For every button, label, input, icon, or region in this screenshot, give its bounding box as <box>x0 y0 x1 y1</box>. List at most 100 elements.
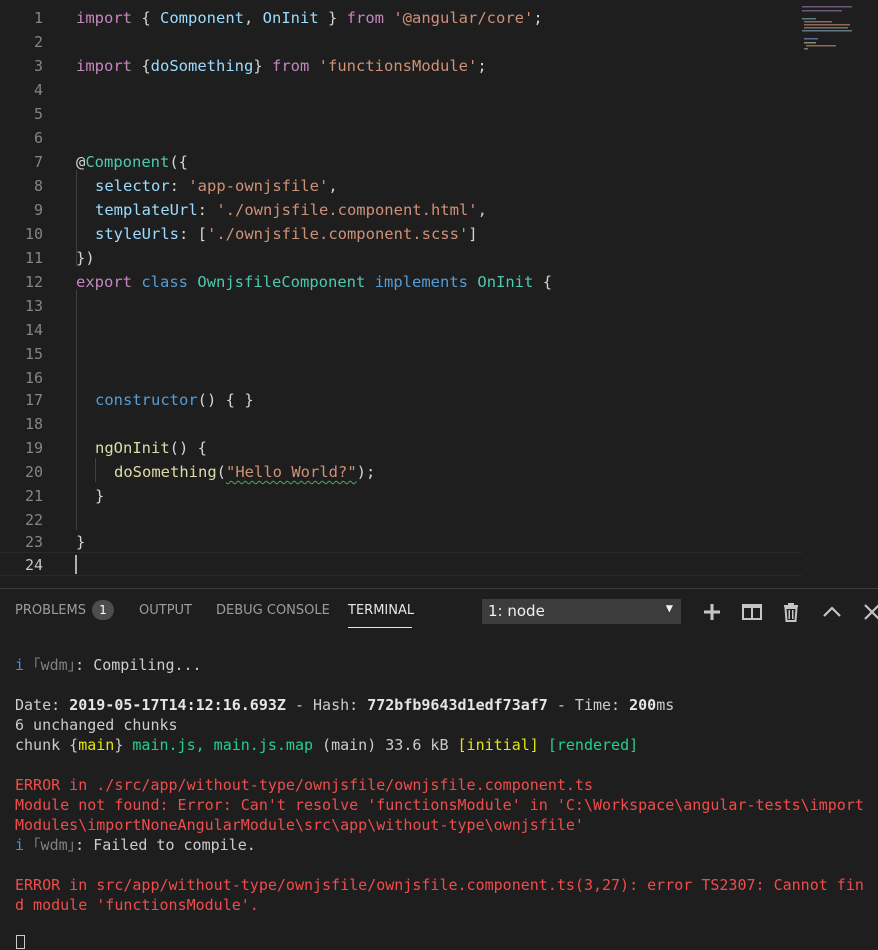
property: templateUrl <box>95 201 198 219</box>
terminal-text: Date: <box>15 696 70 714</box>
line-number: 2 <box>33 33 43 51</box>
line-number: 15 <box>24 345 43 363</box>
bottom-panel: PROBLEMS 1 OUTPUT DEBUG CONSOLE TERMINAL… <box>0 588 878 949</box>
line-number: 7 <box>33 153 43 171</box>
punct: { <box>533 273 553 291</box>
code-line: 3 import {doSomething} from 'functionsMo… <box>0 54 802 78</box>
class-name: OwnjsfileComponent <box>197 273 366 291</box>
line-number: 19 <box>24 439 43 457</box>
line-number: 13 <box>24 297 43 315</box>
trash-icon[interactable] <box>780 601 802 623</box>
line-number: 5 <box>33 105 43 123</box>
punct: @ <box>76 153 86 171</box>
wdm-tag: ｢wdm｣ <box>24 836 76 854</box>
error-line: ERROR in src/app/without-type/ownjsfile/… <box>15 876 864 894</box>
code-editor[interactable]: 1 import { Component, OnInit } from '@an… <box>0 0 878 588</box>
close-icon[interactable] <box>861 601 878 623</box>
code-line: 4 <box>0 78 802 102</box>
punct: , <box>244 9 263 27</box>
identifier: Component <box>160 9 244 27</box>
keyword: export <box>76 273 132 291</box>
line-number: 17 <box>24 391 43 409</box>
code-line: 12 export class OwnjsfileComponent imple… <box>0 270 802 294</box>
decorator: Component <box>85 153 170 171</box>
punct: ( <box>216 463 226 481</box>
code-line: 8 selector: 'app-ownjsfile', <box>0 174 802 198</box>
code-line: 23 } <box>0 530 802 554</box>
tab-problems[interactable]: PROBLEMS <box>15 603 86 618</box>
chunk-name: main <box>78 736 115 754</box>
line-number: 11 <box>24 249 43 267</box>
punct: : [ <box>179 225 207 243</box>
chevron-down-icon: ▼ <box>665 601 673 615</box>
line-number: 10 <box>24 225 43 243</box>
string-with-warning[interactable]: "Hello World?" <box>226 463 357 481</box>
plus-icon[interactable] <box>701 601 723 623</box>
code-line: 6 <box>0 126 802 150</box>
line-number: 9 <box>33 201 43 219</box>
problems-count-badge: 1 <box>92 600 114 620</box>
terminal-line: i ｢wdm｣: Compiling... <box>15 655 202 675</box>
punct: { <box>132 9 160 27</box>
punct: : <box>169 177 189 195</box>
terminal-select[interactable]: 1: node ▼ <box>482 599 681 624</box>
line-number: 6 <box>33 129 43 147</box>
rendered-flag: [rendered] <box>547 736 639 754</box>
hash-value: 772bfb9643d1edf73af7 <box>367 696 548 714</box>
split-terminal-icon[interactable] <box>741 601 763 623</box>
code-line: 14 <box>0 318 802 342</box>
current-line: 24 <box>0 552 802 576</box>
string: './ownjsfile.component.scss' <box>207 225 469 243</box>
punct: ; <box>533 9 543 27</box>
error-line: Module not found: Error: Can't resolve '… <box>15 796 864 814</box>
keyword: implements <box>374 273 469 291</box>
terminal-line: chunk {main} main.js, main.js.map (main)… <box>15 735 638 755</box>
terminal-text: } <box>114 736 133 754</box>
interface-name: OnInit <box>477 273 534 291</box>
line-number: 16 <box>24 369 43 387</box>
code-line: 7 @Component({ <box>0 150 802 174</box>
tab-debug-console[interactable]: DEBUG CONSOLE <box>216 603 330 618</box>
punct: } <box>318 9 347 27</box>
code-line: 13 <box>0 294 802 318</box>
line-number: 24 <box>24 556 43 574</box>
terminal-select-value: 1: node <box>488 602 545 620</box>
punct: } <box>253 57 272 75</box>
code-line: 22 <box>0 508 802 532</box>
code-line: 9 templateUrl: './ownjsfile.component.ht… <box>0 198 802 222</box>
line-number: 4 <box>33 81 43 99</box>
punct: } <box>95 487 105 505</box>
code-line: 17 constructor() { } <box>0 388 802 412</box>
code-line: 10 styleUrls: ['./ownjsfile.component.sc… <box>0 222 802 246</box>
tab-output[interactable]: OUTPUT <box>139 603 192 618</box>
terminal-text: (main) 33.6 kB <box>313 736 458 754</box>
error-line: ERROR in ./src/app/without-type/ownjsfil… <box>15 776 593 794</box>
punct: }) <box>76 249 95 267</box>
punct: : <box>197 201 217 219</box>
terminal-output[interactable]: i ｢wdm｣: Compiling... Date: 2019-05-17T1… <box>0 635 878 950</box>
tab-terminal[interactable]: TERMINAL <box>348 603 414 618</box>
keyword: import <box>76 9 132 27</box>
chunk-files: main.js, main.js.map <box>132 736 314 754</box>
line-number: 23 <box>24 533 43 551</box>
time-value: 200 <box>629 696 657 714</box>
terminal-text: - Hash: <box>285 696 368 714</box>
function-name: doSomething <box>114 463 217 481</box>
code-line: 1 import { Component, OnInit } from '@an… <box>0 6 802 30</box>
minimap[interactable] <box>802 0 878 60</box>
chevron-up-icon[interactable] <box>821 601 843 623</box>
code-line: 16 <box>0 366 802 390</box>
date-value: 2019-05-17T14:12:16.693Z <box>69 696 286 714</box>
property: selector <box>95 177 170 195</box>
active-tab-indicator <box>348 627 412 628</box>
function-name: ngOnInit <box>95 439 170 457</box>
code-line: 21 } <box>0 484 802 508</box>
string: 'functionsModule' <box>318 57 478 75</box>
line-number: 18 <box>24 415 43 433</box>
info-prefix: i <box>15 836 25 854</box>
error-line: d module 'functionsModule'. <box>15 896 259 914</box>
code-line: 19 ngOnInit() { <box>0 436 802 460</box>
